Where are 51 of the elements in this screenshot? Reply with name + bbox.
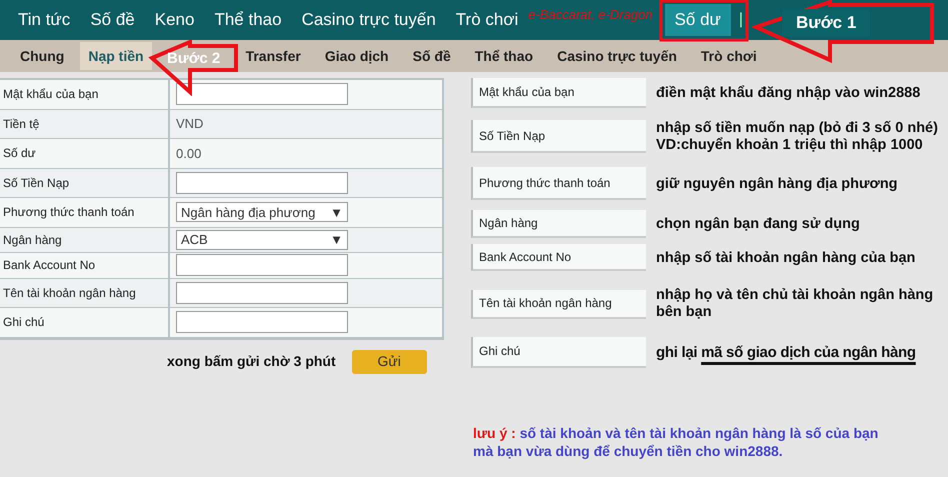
instruction-text: nhập số tài khoản ngân hàng của bạn [656, 250, 916, 266]
field-value: 0.00 [176, 144, 202, 162]
sub-tab[interactable]: Số đề [404, 42, 459, 70]
instruction-text: chọn ngân bạn đang sử dụng [656, 216, 860, 233]
nav-tab[interactable]: Tin tức [8, 0, 80, 40]
nav-tab[interactable]: Keno [144, 0, 204, 40]
field-label-card: Mật khẩu của bạn [471, 78, 646, 108]
nav-tab[interactable]: Casino trực tuyến [292, 0, 446, 40]
input-field[interactable] [176, 172, 348, 194]
nav-tab[interactable]: Số dư [664, 4, 731, 36]
nav-tab[interactable]: Thể thao [204, 0, 292, 40]
input-field[interactable] [176, 254, 348, 276]
promo-text: e-Baccarat, e-Dragon [528, 6, 653, 24]
instruction-text: điền mật khẩu đăng nhập vào win2888 [656, 84, 920, 102]
nav-separator: | [738, 10, 744, 30]
submit-button[interactable]: Gửi [352, 350, 427, 374]
input-field[interactable] [176, 83, 348, 106]
input-field[interactable] [176, 282, 348, 304]
instruction-text: nhập họ và tên chủ tài khoản ngân hàng bên bạn [656, 287, 934, 321]
field-value: VND [176, 115, 204, 133]
sub-tab[interactable]: Thể thao [466, 42, 542, 70]
instruction-text: giữ nguyên ngân hàng địa phương [656, 176, 898, 192]
nav-tab[interactable]: Số đề [80, 0, 145, 40]
dropdown[interactable]: Ngân hàng địa phương ▼ [176, 202, 348, 222]
sub-tab[interactable]: Chung [12, 42, 72, 70]
sub-tab[interactable]: Transfer [238, 42, 309, 70]
submit-hint: xong bấm gửi chờ 3 phút [167, 352, 336, 371]
field-label-card: Phương thức thanh toán [471, 167, 646, 200]
field-label-card: Ghi chú [471, 336, 646, 368]
step-label: Bước 2 [167, 49, 220, 69]
field-label: Tiền tệ [0, 110, 170, 138]
field-label-card: Bank Account No [471, 244, 646, 272]
sub-tab[interactable]: Trò chơi [692, 42, 765, 70]
dropdown[interactable]: ACB ▼ [176, 230, 348, 250]
sub-tab[interactable]: Nạp tiền [80, 42, 152, 70]
input-field[interactable] [176, 311, 348, 334]
sub-tab[interactable]: Giao dịch [316, 42, 397, 70]
nav-tab[interactable]: Trò chơi [446, 0, 528, 40]
note-text: lưu ý : số tài khoản và tên tài khoản ngân hàng là số của bạn mà bạn vừa dùng để chuyển tiền cho win2888. [473, 424, 880, 460]
field-label-card: Số Tiền Nạp [471, 120, 646, 154]
field-label: Tên tài khoản ngân hàng [0, 278, 170, 307]
arrow-icon [148, 40, 240, 96]
instruction-text: ghi lại mã số giao dịch của ngân hàng [656, 344, 916, 361]
instruction-text: nhập số tiền muốn nạp (bỏ đi 3 số 0 nhé) VD:chuyển khoản 1 triệu thì nhập 1000 [656, 120, 938, 154]
field-label-card: Ngân hàng [471, 210, 646, 238]
sub-tab[interactable]: Casino trực tuyến [549, 42, 685, 70]
field-label-card: Tên tài khoản ngân hàng [471, 290, 646, 319]
step-label: Bước 1 [782, 9, 870, 36]
field-label: Số Tiền Nạp [0, 168, 170, 197]
field-label: Ghi chú [0, 308, 170, 336]
field-label: Ngân hàng [0, 228, 170, 252]
